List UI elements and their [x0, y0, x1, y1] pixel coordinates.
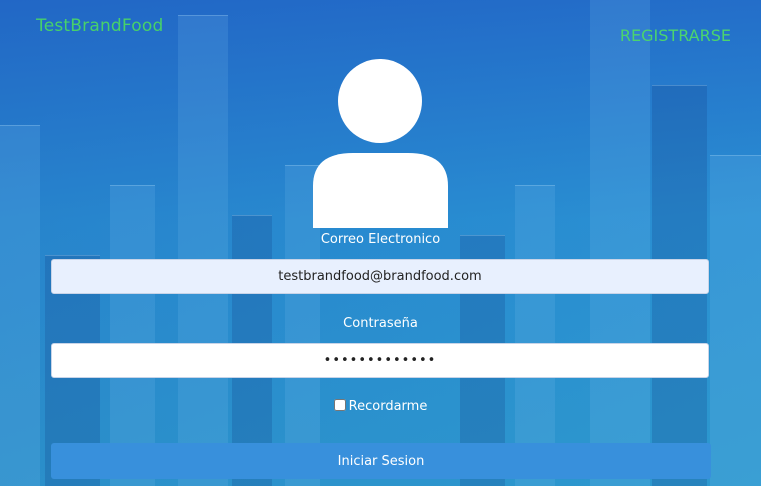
- password-label: Contraseña: [343, 316, 418, 331]
- login-button[interactable]: Iniciar Sesion: [51, 443, 711, 479]
- remember-checkbox[interactable]: [333, 399, 346, 411]
- email-label: Correo Electronico: [320, 232, 441, 247]
- password-field[interactable]: [51, 343, 709, 378]
- register-link[interactable]: REGISTRARSE: [620, 26, 731, 45]
- remember-me: Recordarme: [0, 399, 761, 414]
- email-field[interactable]: [51, 259, 709, 294]
- remember-label[interactable]: Recordarme: [349, 399, 428, 414]
- user-icon: [313, 59, 448, 228]
- brand-logo-link[interactable]: TestBrandFood: [36, 16, 163, 36]
